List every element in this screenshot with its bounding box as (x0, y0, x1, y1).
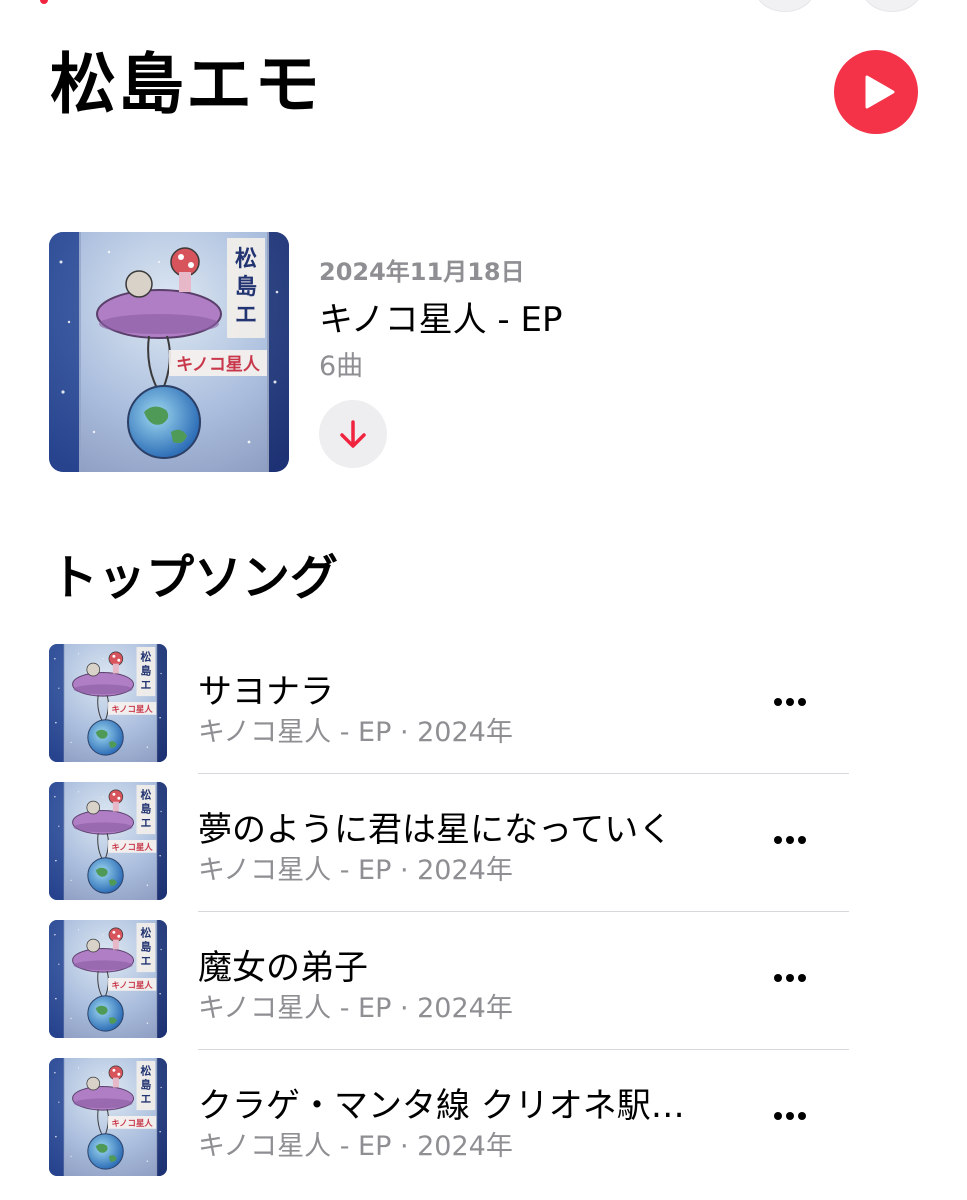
svg-text:松: 松 (140, 788, 151, 802)
svg-text:キノコ星人: キノコ星人 (112, 1118, 154, 1128)
song-subtitle: キノコ星人 - EP · 2024年 (198, 855, 513, 886)
song-subtitle: キノコ星人 - EP · 2024年 (198, 1131, 513, 1162)
svg-text:松: 松 (140, 926, 151, 940)
ellipsis-icon (774, 836, 806, 844)
svg-text:キノコ星人: キノコ星人 (112, 704, 154, 714)
song-row[interactable]: 松 島 エ キノコ星人 サヨナラキノコ星人 - EP · 2024年 (49, 644, 849, 764)
more-options-button[interactable] (765, 956, 815, 1000)
song-artwork: 松 島 エ キノコ星人 (49, 782, 167, 900)
artist-name-title: 松島エモ (50, 46, 322, 123)
song-subtitle: キノコ星人 - EP · 2024年 (198, 993, 513, 1024)
svg-text:エ: エ (235, 303, 257, 328)
svg-text:キノコ星人: キノコ星人 (176, 355, 261, 375)
ellipsis-icon (774, 698, 806, 706)
song-row[interactable]: 松 島 エ キノコ星人 クラゲ・マンタ線 クリオネ駅… キノコ星人 - EP · … (49, 1058, 849, 1178)
svg-text:松: 松 (140, 1064, 151, 1078)
download-button[interactable] (319, 400, 387, 468)
svg-text:キノコ星人: キノコ星人 (112, 842, 154, 852)
song-title: クラゲ・マンタ線 クリオネ駅… (198, 1086, 685, 1126)
song-row[interactable]: 松 島 エ キノコ星人 夢のように君は星になっていくキノコ星人 - EP · 2… (49, 782, 849, 902)
song-title: 魔女の弟子 (198, 948, 368, 988)
song-artwork: 松 島 エ キノコ星人 (49, 1058, 167, 1176)
more-options-button[interactable] (765, 818, 815, 862)
svg-text:松: 松 (235, 247, 257, 272)
svg-text:エ: エ (140, 1092, 151, 1105)
svg-text:島: 島 (140, 1077, 151, 1091)
play-artist-button[interactable] (834, 50, 918, 134)
svg-text:島: 島 (140, 801, 151, 815)
album-artwork[interactable]: 松 島 エ キノコ星人 (49, 232, 289, 472)
song-title: サヨナラ (198, 672, 334, 712)
svg-text:松: 松 (140, 650, 151, 664)
release-title[interactable]: キノコ星人 - EP (319, 292, 563, 341)
top-songs-heading[interactable]: トップソング (50, 538, 338, 608)
svg-text:エ: エ (140, 678, 151, 691)
latest-release-card[interactable]: 松 島 エ キノコ星人 2024年11月18日 キノコ星人 - EP 6曲 (49, 232, 609, 472)
svg-text:島: 島 (140, 939, 151, 953)
top-toolbar-button-left[interactable] (755, 0, 815, 12)
release-date: 2024年11月18日 (319, 258, 525, 286)
ellipsis-icon (774, 1112, 806, 1120)
more-options-button[interactable] (765, 680, 815, 724)
svg-text:島: 島 (140, 663, 151, 677)
svg-text:島: 島 (235, 274, 257, 300)
release-track-count: 6曲 (319, 351, 364, 382)
ellipsis-icon (774, 974, 806, 982)
song-title: 夢のように君は星になっていく (198, 810, 673, 850)
svg-text:キノコ星人: キノコ星人 (112, 980, 154, 990)
top-toolbar-button-right[interactable] (862, 0, 922, 12)
song-artwork: 松 島 エ キノコ星人 (49, 644, 167, 762)
play-icon (865, 75, 895, 109)
song-artwork: 松 島 エ キノコ星人 (49, 920, 167, 1038)
download-arrow-icon (340, 420, 366, 448)
top-edge-indicator (40, 0, 48, 4)
more-options-button[interactable] (765, 1094, 815, 1138)
svg-text:エ: エ (140, 954, 151, 967)
row-divider (198, 911, 849, 912)
row-divider (198, 773, 849, 774)
svg-text:エ: エ (140, 816, 151, 829)
song-row[interactable]: 松 島 エ キノコ星人 魔女の弟子キノコ星人 - EP · 2024年 (49, 920, 849, 1040)
row-divider (198, 1049, 849, 1050)
song-subtitle: キノコ星人 - EP · 2024年 (198, 717, 513, 748)
